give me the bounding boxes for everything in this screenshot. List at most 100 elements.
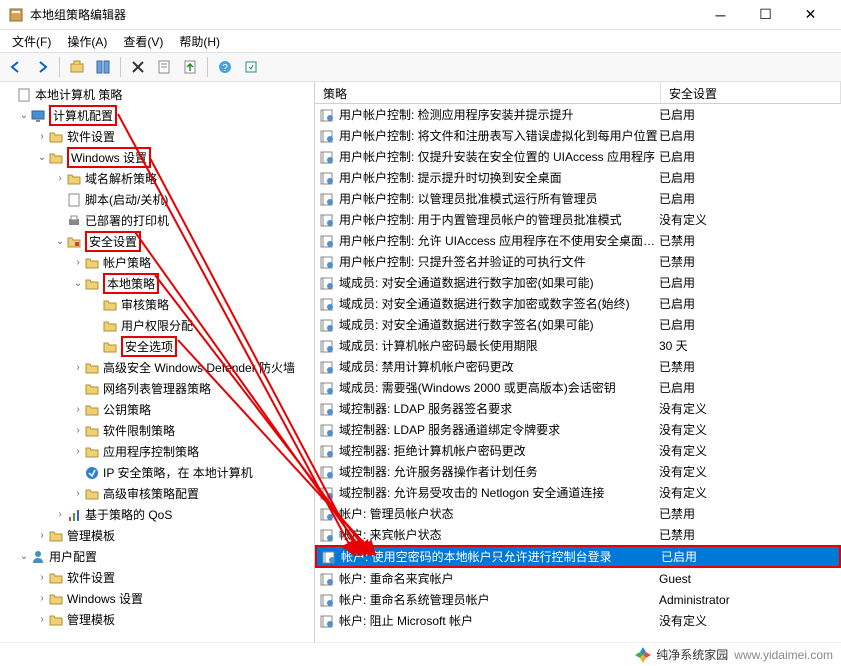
- collapse-icon[interactable]: ⌄: [54, 236, 66, 247]
- policy-row[interactable]: 域成员: 对安全通道数据进行数字加密或数字签名(始终)已启用: [315, 293, 841, 314]
- menu-view[interactable]: 查看(V): [117, 31, 169, 52]
- list-header: 策略 安全设置: [315, 82, 841, 104]
- policy-row[interactable]: 用户帐户控制: 提示提升时切换到安全桌面已启用: [315, 167, 841, 188]
- tree-windows-settings[interactable]: ⌄ Windows 设置: [0, 147, 314, 168]
- tree-qos[interactable]: › 基于策略的 QoS: [0, 504, 314, 525]
- tree-software-restriction[interactable]: › 软件限制策略: [0, 420, 314, 441]
- menu-help[interactable]: 帮助(H): [173, 31, 226, 52]
- tree-advanced-audit[interactable]: › 高级审核策略配置: [0, 483, 314, 504]
- show-hide-button[interactable]: [91, 55, 115, 79]
- tree-user-windows[interactable]: › Windows 设置: [0, 588, 314, 609]
- policy-row[interactable]: 帐户: 重命名系统管理员帐户Administrator: [315, 589, 841, 610]
- tree-software-settings[interactable]: › 软件设置: [0, 126, 314, 147]
- back-button[interactable]: [4, 55, 28, 79]
- policy-row[interactable]: 用户帐户控制: 只提升签名并验证的可执行文件已禁用: [315, 251, 841, 272]
- tree-user-config[interactable]: ⌄ 用户配置: [0, 546, 314, 567]
- column-security-setting[interactable]: 安全设置: [661, 82, 841, 103]
- expand-icon[interactable]: ›: [72, 446, 84, 457]
- policy-row[interactable]: 域控制器: LDAP 服务器通道绑定令牌要求没有定义: [315, 419, 841, 440]
- properties-button[interactable]: [152, 55, 176, 79]
- firewall-icon: [84, 360, 100, 376]
- tree-app-control[interactable]: › 应用程序控制策略: [0, 441, 314, 462]
- policy-row[interactable]: 用户帐户控制: 仅提升安装在安全位置的 UIAccess 应用程序已启用: [315, 146, 841, 167]
- tree-name-resolution[interactable]: › 域名解析策略: [0, 168, 314, 189]
- policy-row[interactable]: 域成员: 对安全通道数据进行数字加密(如果可能)已启用: [315, 272, 841, 293]
- collapse-icon[interactable]: ⌄: [18, 551, 30, 562]
- policy-row[interactable]: 域成员: 对安全通道数据进行数字签名(如果可能)已启用: [315, 314, 841, 335]
- delete-button[interactable]: [126, 55, 150, 79]
- minimize-button[interactable]: ─: [698, 0, 743, 30]
- policy-row[interactable]: 用户帐户控制: 检测应用程序安装并提示提升已启用: [315, 104, 841, 125]
- expand-icon[interactable]: ›: [54, 173, 66, 184]
- refresh-button[interactable]: [239, 55, 263, 79]
- expand-icon[interactable]: ›: [36, 131, 48, 142]
- watermark-icon: [634, 646, 652, 664]
- policy-row[interactable]: 帐户: 管理员帐户状态已禁用: [315, 503, 841, 524]
- policy-value: 已禁用: [659, 253, 695, 270]
- up-button[interactable]: [65, 55, 89, 79]
- expand-icon[interactable]: ›: [36, 593, 48, 604]
- tree-security-options[interactable]: 安全选项: [0, 336, 314, 357]
- list-body[interactable]: 用户帐户控制: 检测应用程序安装并提示提升已启用用户帐户控制: 将文件和注册表写…: [315, 104, 841, 642]
- menu-file[interactable]: 文件(F): [6, 31, 57, 52]
- tree-ip-security[interactable]: IP 安全策略，在 本地计算机: [0, 462, 314, 483]
- expand-icon[interactable]: ›: [36, 614, 48, 625]
- forward-button[interactable]: [30, 55, 54, 79]
- expand-icon[interactable]: ›: [72, 257, 84, 268]
- collapse-icon[interactable]: ⌄: [36, 152, 48, 163]
- tree-deployed-printers[interactable]: 已部署的打印机: [0, 210, 314, 231]
- collapse-icon[interactable]: ⌄: [72, 278, 84, 289]
- tree-local-policies[interactable]: ⌄ 本地策略: [0, 273, 314, 294]
- maximize-button[interactable]: ☐: [743, 0, 788, 30]
- policy-item-icon: [319, 212, 335, 228]
- tree-public-key[interactable]: › 公钥策略: [0, 399, 314, 420]
- policy-row[interactable]: 域控制器: 允许易受攻击的 Netlogon 安全通道连接没有定义: [315, 482, 841, 503]
- policy-row[interactable]: 用户帐户控制: 以管理员批准模式运行所有管理员已启用: [315, 188, 841, 209]
- tree-pane[interactable]: 本地计算机 策略 ⌄ 计算机配置 › 软件设置 ⌄ Windows 设置 › 域…: [0, 82, 315, 642]
- policy-row[interactable]: 帐户: 阻止 Microsoft 帐户没有定义: [315, 610, 841, 631]
- expand-icon[interactable]: ›: [36, 530, 48, 541]
- watermark: 纯净系统家园 www.yidaimei.com: [0, 642, 841, 666]
- column-policy[interactable]: 策略: [315, 82, 661, 103]
- policy-value: 已启用: [659, 295, 695, 312]
- tree-security-settings[interactable]: ⌄ 安全设置: [0, 231, 314, 252]
- tree-user-software[interactable]: › 软件设置: [0, 567, 314, 588]
- expand-icon[interactable]: ›: [72, 404, 84, 415]
- policy-item-icon: [321, 549, 337, 565]
- tree-admin-templates[interactable]: › 管理模板: [0, 525, 314, 546]
- expand-icon[interactable]: ›: [36, 572, 48, 583]
- close-button[interactable]: ✕: [788, 0, 833, 30]
- collapse-icon[interactable]: ⌄: [18, 110, 30, 121]
- tree-user-rights[interactable]: 用户权限分配: [0, 315, 314, 336]
- expand-icon[interactable]: ›: [54, 509, 66, 520]
- tree-account-policies[interactable]: › 帐户策略: [0, 252, 314, 273]
- policy-item-icon: [319, 613, 335, 629]
- export-button[interactable]: [178, 55, 202, 79]
- tree-defender-firewall[interactable]: › 高级安全 Windows Defender 防火墙: [0, 357, 314, 378]
- policy-row[interactable]: 域控制器: 拒绝计算机帐户密码更改没有定义: [315, 440, 841, 461]
- tree-user-admin-templates[interactable]: › 管理模板: [0, 609, 314, 630]
- policy-row[interactable]: 帐户: 来宾帐户状态已禁用: [315, 524, 841, 545]
- expand-icon[interactable]: ›: [72, 362, 84, 373]
- tree-network-list[interactable]: 网络列表管理器策略: [0, 378, 314, 399]
- policy-row[interactable]: 域成员: 禁用计算机帐户密码更改已禁用: [315, 356, 841, 377]
- policy-row[interactable]: 域控制器: LDAP 服务器签名要求没有定义: [315, 398, 841, 419]
- policy-item-icon: [319, 443, 335, 459]
- tree-computer-config[interactable]: ⌄ 计算机配置: [0, 105, 314, 126]
- expand-icon[interactable]: ›: [72, 488, 84, 499]
- tree-audit-policy[interactable]: 审核策略: [0, 294, 314, 315]
- tree-root[interactable]: 本地计算机 策略: [0, 84, 314, 105]
- expand-icon[interactable]: ›: [72, 425, 84, 436]
- menu-action[interactable]: 操作(A): [61, 31, 113, 52]
- policy-row[interactable]: 域成员: 需要强(Windows 2000 或更高版本)会话密钥已启用: [315, 377, 841, 398]
- policy-row[interactable]: 用户帐户控制: 用于内置管理员帐户的管理员批准模式没有定义: [315, 209, 841, 230]
- help-button[interactable]: ?: [213, 55, 237, 79]
- policy-row[interactable]: 帐户: 使用空密码的本地帐户只允许进行控制台登录已启用: [315, 545, 841, 568]
- policy-row[interactable]: 域成员: 计算机帐户密码最长使用期限30 天: [315, 335, 841, 356]
- tree-scripts[interactable]: 脚本(启动/关机): [0, 189, 314, 210]
- policy-row[interactable]: 域控制器: 允许服务器操作者计划任务没有定义: [315, 461, 841, 482]
- policy-row[interactable]: 用户帐户控制: 将文件和注册表写入错误虚拟化到每用户位置已启用: [315, 125, 841, 146]
- policy-row[interactable]: 用户帐户控制: 允许 UIAccess 应用程序在不使用安全桌面…已禁用: [315, 230, 841, 251]
- policy-row[interactable]: 帐户: 重命名来宾帐户Guest: [315, 568, 841, 589]
- policy-value: 已禁用: [659, 232, 695, 249]
